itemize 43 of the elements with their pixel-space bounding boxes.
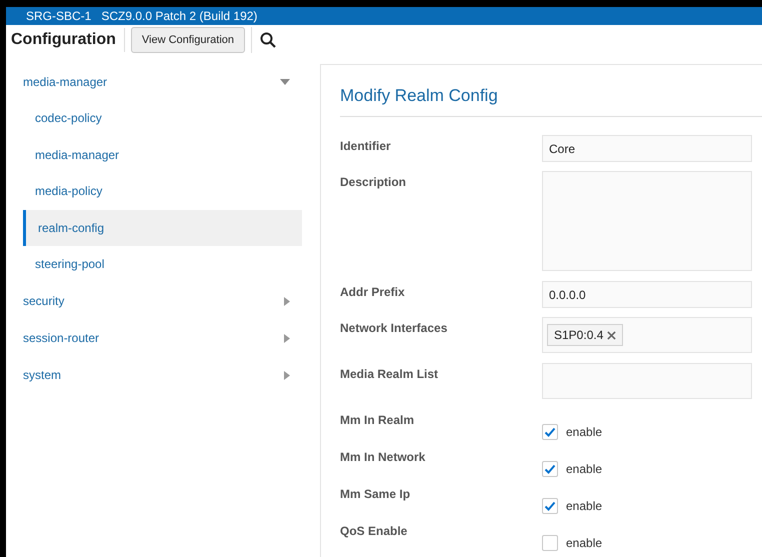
sidebar-subitem[interactable]: media-manager <box>23 136 302 173</box>
field-label: Mm In Network <box>340 449 426 466</box>
close-icon[interactable] <box>607 330 616 340</box>
caret-right-icon[interactable] <box>284 296 290 306</box>
checkbox-label: enable <box>566 460 602 478</box>
checkbox-label: enable <box>566 424 602 440</box>
tag-text: S1P0:0.4 <box>554 327 604 344</box>
checkbox[interactable] <box>542 498 558 514</box>
sidebar-item[interactable]: security <box>23 282 302 320</box>
sidebar-subitem[interactable]: realm-config <box>23 210 302 246</box>
sidebar-subitem[interactable]: steering-pool <box>23 246 302 282</box>
checkbox[interactable] <box>542 424 558 440</box>
device-name: SRG-SBC-1 <box>26 8 92 25</box>
sidebar-item[interactable]: system <box>23 356 302 394</box>
sidebar-subitem[interactable]: codec-policy <box>23 100 302 136</box>
field-label: Mm In Realm <box>340 412 416 429</box>
field-label: Identifier <box>340 138 392 155</box>
form-title: Modify Realm Config <box>340 83 762 117</box>
page-title: Configuration <box>11 28 125 52</box>
field-label: Description <box>340 174 408 191</box>
view-configuration-button[interactable]: View Configuration <box>130 27 246 53</box>
tag-field[interactable] <box>542 363 752 399</box>
field-label: QoS Enable <box>340 523 408 540</box>
sidebar-item[interactable]: media-manager <box>23 63 302 100</box>
sidebar-item[interactable]: session-router <box>23 320 302 356</box>
caret-right-icon[interactable] <box>284 370 290 380</box>
field-label: Network Interfaces <box>340 320 448 337</box>
field-label: Mm Same Ip <box>340 486 412 503</box>
sidebar-subitem[interactable]: media-policy <box>23 173 302 210</box>
tag-field[interactable]: S1P0:0.4 <box>542 317 752 353</box>
checkbox[interactable] <box>542 534 558 550</box>
version-text: SCZ9.0.0 Patch 2 (Build 192) <box>101 8 258 25</box>
field-label: Media Realm List <box>340 366 440 383</box>
caret-down-icon[interactable] <box>280 78 290 84</box>
text-field[interactable]: Core <box>542 135 752 162</box>
field-label: Addr Prefix <box>340 284 406 301</box>
search-icon[interactable] <box>260 32 276 48</box>
checkbox[interactable] <box>542 460 558 476</box>
description-field[interactable] <box>542 171 752 271</box>
checkbox-label: enable <box>566 498 602 514</box>
checkbox-label: enable <box>566 534 602 552</box>
caret-right-icon[interactable] <box>284 334 290 342</box>
text-field[interactable]: 0.0.0.0 <box>542 281 752 308</box>
